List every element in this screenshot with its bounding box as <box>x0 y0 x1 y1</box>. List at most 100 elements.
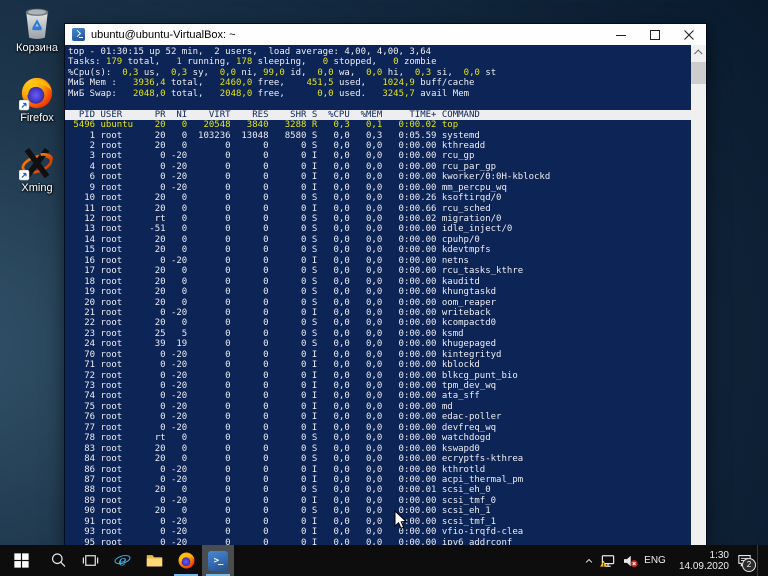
show-desktop-button[interactable] <box>757 545 762 576</box>
network-tray-button[interactable] <box>597 545 619 576</box>
action-center-button[interactable]: 2 <box>731 545 757 576</box>
powershell-taskbar-button[interactable]: >_ <box>202 545 234 576</box>
desktop-icon-label: Корзина <box>16 42 58 54</box>
window-titlebar[interactable]: ubuntu@ubuntu-VirtualBox: ~ <box>65 24 706 45</box>
top-summary: top - 01:30:15 up 52 min, 2 users, load … <box>65 47 691 99</box>
window-controls <box>604 24 706 45</box>
process-row: 10 root 20 0 0 0 0 S 0,0 0,0 0:00.26 kso… <box>65 193 691 203</box>
clock-date: 14.09.2020 <box>679 561 729 572</box>
powershell-icon <box>72 28 85 41</box>
process-row: 78 root rt 0 0 0 0 S 0,0 0,0 0:00.00 wat… <box>65 433 691 443</box>
desktop-icon-recycle-bin[interactable]: Корзина <box>4 5 70 54</box>
terminal-viewport[interactable]: top - 01:30:15 up 52 min, 2 users, load … <box>65 45 691 546</box>
process-row: 21 root 0 -20 0 0 0 I 0,0 0,0 0:00.00 wr… <box>65 308 691 318</box>
scroll-up-icon[interactable] <box>691 45 706 60</box>
process-row: 87 root 0 -20 0 0 0 I 0,0 0,0 0:00.00 ac… <box>65 475 691 485</box>
process-row: 70 root 0 -20 0 0 0 I 0,0 0,0 0:00.00 ki… <box>65 350 691 360</box>
process-row: 5496 ubuntu 20 0 20548 3840 3288 R 0,3 0… <box>65 120 691 130</box>
desktop-icon-label: Xming <box>21 182 52 194</box>
clock[interactable]: 1:30 14.09.2020 <box>669 545 731 576</box>
terminal-line: МиБ Swap: 2048,0 total, 2048,0 free, 0,0… <box>65 89 691 99</box>
minimize-button[interactable] <box>604 24 638 45</box>
process-row: 90 root 20 0 0 0 0 S 0,0 0,0 0:00.00 scs… <box>65 506 691 516</box>
search-button[interactable] <box>42 545 74 576</box>
file-explorer-button[interactable] <box>138 545 170 576</box>
shortcut-arrow-icon <box>19 100 30 111</box>
task-view-button[interactable] <box>74 545 106 576</box>
process-row: 18 root 20 0 0 0 0 S 0,0 0,0 0:00.00 kau… <box>65 277 691 287</box>
process-row: 71 root 0 -20 0 0 0 I 0,0 0,0 0:00.00 kb… <box>65 360 691 370</box>
process-row: 23 root 25 5 0 0 0 S 0,0 0,0 0:00.00 ksm… <box>65 329 691 339</box>
process-row: 1 root 20 0 103236 13048 8580 S 0,0 0,3 … <box>65 131 691 141</box>
network-warning-icon <box>599 552 617 570</box>
shortcut-arrow-icon <box>19 170 30 181</box>
process-row: 6 root 0 -20 0 0 0 I 0,0 0,0 0:00.00 kwo… <box>65 172 691 182</box>
process-row: 17 root 20 0 0 0 0 S 0,0 0,0 0:00.00 rcu… <box>65 266 691 276</box>
maximize-button[interactable] <box>638 24 672 45</box>
terminal-line: Tasks: 179 total, 1 running, 178 sleepin… <box>65 57 691 67</box>
process-row: 24 root 39 19 0 0 0 S 0,0 0,0 0:00.00 kh… <box>65 339 691 349</box>
recycle-bin-icon <box>19 5 55 41</box>
volume-muted-icon <box>621 552 639 570</box>
process-row: 86 root 0 -20 0 0 0 I 0,0 0,0 0:00.00 kt… <box>65 465 691 475</box>
process-row: 11 root 20 0 0 0 0 I 0,0 0,0 0:00.66 rcu… <box>65 204 691 214</box>
process-table-header: PID USER PR NI VIRT RES SHR S %CPU %MEM … <box>65 110 691 120</box>
console-area: top - 01:30:15 up 52 min, 2 users, load … <box>65 45 706 546</box>
desktop-icon-grid: Корзина Firefox Xming <box>4 5 70 194</box>
terminal-line: %Cpu(s): 0,3 us, 0,3 sy, 0,0 ni, 99,0 id… <box>65 68 691 78</box>
blank-line <box>65 99 691 109</box>
volume-tray-button[interactable] <box>619 545 641 576</box>
notification-badge: 2 <box>742 558 756 572</box>
desktop-icon-firefox[interactable]: Firefox <box>4 75 70 124</box>
process-row: 2 root 20 0 0 0 0 S 0,0 0,0 0:00.00 kthr… <box>65 141 691 151</box>
scrollbar[interactable] <box>691 45 706 546</box>
desktop-icon-label: Firefox <box>20 112 54 124</box>
desktop: e <box>0 0 768 576</box>
terminal-line: top - 01:30:15 up 52 min, 2 users, load … <box>65 47 691 57</box>
process-row: 14 root 20 0 0 0 0 S 0,0 0,0 0:00.00 cpu… <box>65 235 691 245</box>
process-row: 4 root 0 -20 0 0 0 I 0,0 0,0 0:00.00 rcu… <box>65 162 691 172</box>
file-explorer-icon <box>145 551 164 570</box>
process-row: 12 root rt 0 0 0 0 S 0,0 0,0 0:00.02 mig… <box>65 214 691 224</box>
process-row: 19 root 20 0 0 0 0 S 0,0 0,0 0:00.00 khu… <box>65 287 691 297</box>
windows-logo-icon <box>12 551 31 570</box>
internet-explorer-button[interactable] <box>106 545 138 576</box>
process-row: 84 root 20 0 0 0 0 S 0,0 0,0 0:00.00 ecr… <box>65 454 691 464</box>
close-button[interactable] <box>672 24 706 45</box>
clock-time: 1:30 <box>710 550 729 561</box>
process-row: 89 root 0 -20 0 0 0 I 0,0 0,0 0:00.00 sc… <box>65 496 691 506</box>
process-row: 15 root 20 0 0 0 0 S 0,0 0,0 0:00.00 kde… <box>65 245 691 255</box>
scrollbar-thumb[interactable] <box>691 62 706 84</box>
minimize-icon <box>616 30 626 40</box>
process-row: 76 root 0 -20 0 0 0 I 0,0 0,0 0:00.00 ed… <box>65 412 691 422</box>
taskbar: >_ ENG 1:30 14.09.2020 2 <box>0 545 768 576</box>
powershell-icon: >_ <box>208 551 228 571</box>
terminal-line: МиБ Mem : 3936,4 total, 2460,0 free, 451… <box>65 78 691 88</box>
process-row: 83 root 20 0 0 0 0 S 0,0 0,0 0:00.00 ksw… <box>65 444 691 454</box>
process-row: 73 root 0 -20 0 0 0 I 0,0 0,0 0:00.00 tp… <box>65 381 691 391</box>
desktop-icon-xming[interactable]: Xming <box>4 145 70 194</box>
process-row: 9 root 0 -20 0 0 0 I 0,0 0,0 0:00.00 mm_… <box>65 183 691 193</box>
firefox-taskbar-button[interactable] <box>170 545 202 576</box>
process-table: PID USER PR NI VIRT RES SHR S %CPU %MEM … <box>65 110 691 546</box>
close-icon <box>684 30 694 40</box>
taskbar-buttons: >_ <box>0 545 234 576</box>
process-row: 22 root 20 0 0 0 0 S 0,0 0,0 0:00.00 kco… <box>65 318 691 328</box>
process-row: 91 root 0 -20 0 0 0 I 0,0 0,0 0:00.00 sc… <box>65 517 691 527</box>
process-row: 74 root 0 -20 0 0 0 I 0,0 0,0 0:00.00 at… <box>65 391 691 401</box>
start-button[interactable] <box>0 545 42 576</box>
process-row: 3 root 0 -20 0 0 0 I 0,0 0,0 0:00.00 rcu… <box>65 151 691 161</box>
language-indicator[interactable]: ENG <box>641 545 669 576</box>
system-tray: ENG 1:30 14.09.2020 2 <box>581 545 768 576</box>
task-view-icon <box>81 551 100 570</box>
terminal-window: ubuntu@ubuntu-VirtualBox: ~ top - 01:30:… <box>64 23 707 547</box>
process-row: 13 root -51 0 0 0 0 S 0,0 0,0 0:00.00 id… <box>65 224 691 234</box>
show-hidden-icons-button[interactable] <box>581 545 597 576</box>
process-row: 72 root 0 -20 0 0 0 I 0,0 0,0 0:00.00 bl… <box>65 371 691 381</box>
process-row: 88 root 20 0 0 0 0 S 0,0 0,0 0:00.01 scs… <box>65 485 691 495</box>
window-title: ubuntu@ubuntu-VirtualBox: ~ <box>91 29 604 41</box>
firefox-icon <box>19 75 55 111</box>
process-row: 16 root 0 -20 0 0 0 I 0,0 0,0 0:00.00 ne… <box>65 256 691 266</box>
internet-explorer-icon <box>113 551 132 570</box>
process-row: 93 root 0 -20 0 0 0 I 0,0 0,0 0:00.00 vf… <box>65 527 691 537</box>
